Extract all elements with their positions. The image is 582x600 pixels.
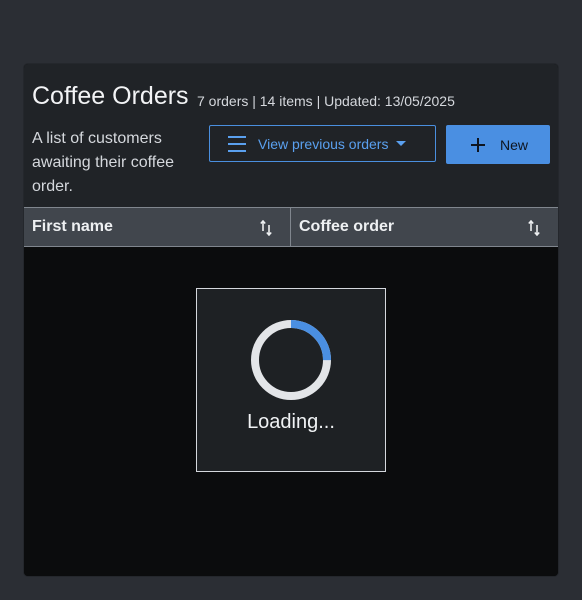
loading-text: Loading... (247, 411, 335, 433)
sort-icon (528, 220, 540, 236)
page-description: A list of customers awaiting their coffe… (32, 130, 175, 195)
column-header-label: First name (32, 218, 113, 235)
view-previous-orders-button[interactable]: View previous orders (209, 125, 436, 162)
view-previous-orders-label: View previous orders (258, 135, 389, 152)
new-order-label: New (500, 136, 529, 153)
plus-icon (471, 137, 485, 152)
coffee-orders-panel: Coffee Orders 7 orders | 14 items | Upda… (24, 64, 558, 576)
sort-icon (260, 220, 272, 236)
orders-summary: 7 orders | 14 items | Updated: 13/05/202… (197, 93, 455, 109)
column-header-coffee-order[interactable]: Coffee order (291, 208, 558, 246)
spinner-icon (251, 320, 331, 400)
new-order-button[interactable]: New (446, 125, 550, 164)
caret-down-icon (396, 141, 407, 146)
loading-overlay: Loading... (196, 288, 386, 472)
column-header-label: Coffee order (299, 218, 395, 235)
panel-header: Coffee Orders 7 orders | 14 items | Upda… (24, 64, 558, 207)
table-header: First name Coffee order (24, 207, 558, 247)
column-header-first-name[interactable]: First name (24, 208, 290, 246)
hamburger-icon (228, 135, 246, 152)
page-title: Coffee Orders (32, 82, 189, 110)
